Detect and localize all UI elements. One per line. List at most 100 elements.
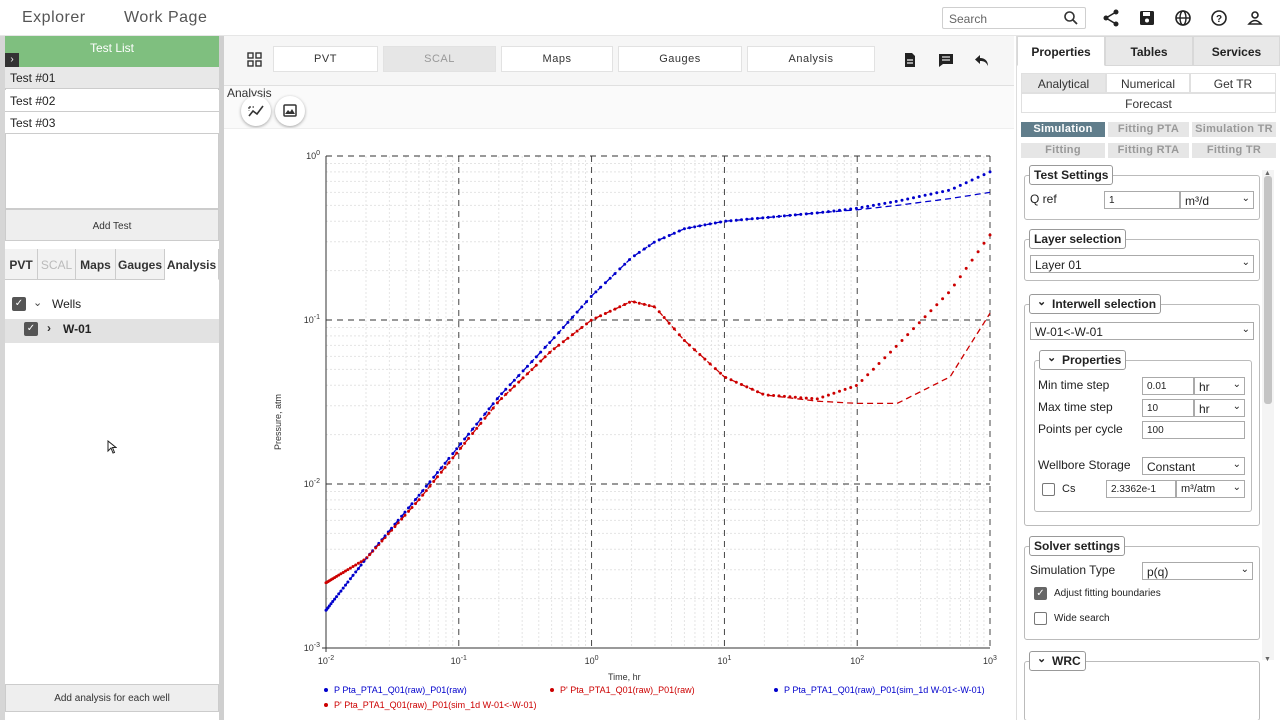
y-tick-label: 100 <box>306 150 320 161</box>
legend-marker <box>774 688 778 692</box>
series-point-0 <box>947 188 950 192</box>
mouse-cursor-icon <box>107 440 117 454</box>
cs-checkbox[interactable] <box>1042 483 1055 496</box>
toolbar-maps-button[interactable]: Maps <box>501 46 613 72</box>
series-point-0 <box>866 204 870 208</box>
tab-services[interactable]: Services <box>1193 36 1280 66</box>
chevron-down-icon[interactable]: ⌄ <box>1037 295 1046 308</box>
image-export-button[interactable] <box>275 96 305 126</box>
x-tick-label: 101 <box>717 655 731 666</box>
tab-gauges[interactable]: Gauges <box>116 249 165 280</box>
series-point-0 <box>894 199 898 203</box>
test-item[interactable]: Test #01 <box>5 67 219 89</box>
fit-curve-button[interactable] <box>241 96 271 126</box>
mode-simulation[interactable]: Simulation <box>1021 122 1105 137</box>
min-time-step-unit[interactable]: hr ⌄ <box>1194 377 1245 395</box>
help-icon[interactable]: ? <box>1209 8 1229 28</box>
legend-marker <box>324 703 328 707</box>
legend-item[interactable]: P' Pta_PTA1_Q01(raw)_P01(sim_1d W-01<-W-… <box>334 700 537 710</box>
cs-unit-select[interactable]: m³/atm ⌄ <box>1176 480 1245 498</box>
tab-analysis[interactable]: Analysis <box>165 249 219 280</box>
toolbar-pvt-button[interactable]: PVT <box>273 46 378 72</box>
collapse-chevron-icon[interactable]: › <box>5 53 19 67</box>
tab-properties[interactable]: Properties <box>1017 36 1105 66</box>
right-scrollbar-thumb[interactable] <box>1264 176 1272 404</box>
tab-maps[interactable]: Maps <box>76 249 116 280</box>
series-point-1 <box>871 367 875 371</box>
chevron-down-icon: ⌄ <box>1232 459 1241 470</box>
series-point-0 <box>964 181 968 185</box>
interwell-select[interactable]: W-01<-W-01 ⌄ <box>1030 322 1254 340</box>
add-test-button[interactable]: Add Test <box>5 209 219 241</box>
test-item[interactable]: Test #02 <box>5 90 219 112</box>
undo-icon[interactable] <box>974 52 990 68</box>
globe-icon[interactable] <box>1173 8 1193 28</box>
qref-input[interactable]: 1 <box>1104 191 1180 209</box>
document-icon[interactable] <box>902 52 918 68</box>
chevron-down-icon: ⌄ <box>1241 193 1250 204</box>
toolbar-gauges-button[interactable]: Gauges <box>618 46 742 72</box>
series-point-1 <box>952 283 956 287</box>
chevron-down-icon: ⌄ <box>1241 257 1250 268</box>
series-point-1 <box>988 233 992 237</box>
series-point-1 <box>424 489 428 493</box>
test-settings-title: Test Settings <box>1029 165 1114 185</box>
save-icon[interactable] <box>1137 8 1157 28</box>
subtab-get-tr[interactable]: Get TR <box>1190 73 1276 93</box>
comment-icon[interactable] <box>938 52 954 68</box>
tab-pvt[interactable]: PVT <box>5 249 38 280</box>
series-point-0 <box>772 215 776 219</box>
series-point-0 <box>941 190 945 194</box>
test-item[interactable]: Test #03 <box>5 112 219 134</box>
wellbore-storage-value: Constant <box>1147 460 1196 474</box>
series-point-0 <box>594 290 598 294</box>
adjust-boundaries-checkbox[interactable]: ✓ <box>1034 587 1047 600</box>
svg-text:?: ? <box>1216 14 1222 25</box>
qref-unit-select[interactable]: m³/d ⌄ <box>1180 191 1254 209</box>
wellbore-storage-select[interactable]: Constant ⌄ <box>1142 457 1245 475</box>
tab-tables[interactable]: Tables <box>1105 36 1193 66</box>
subtab-forecast[interactable]: Forecast <box>1021 93 1276 113</box>
points-per-cycle-label: Points per cycle <box>1038 422 1123 436</box>
cs-input[interactable]: 2.3362e-1 <box>1106 480 1176 498</box>
series-point-0 <box>912 196 915 200</box>
series-point-1 <box>719 371 722 375</box>
points-per-cycle-input[interactable]: 100 <box>1142 421 1245 439</box>
max-time-step-input[interactable]: 10 <box>1142 399 1194 417</box>
tab-work-page[interactable]: Work Page <box>124 9 207 27</box>
grid-icon[interactable] <box>247 52 263 68</box>
subtab-analytical[interactable]: Analytical <box>1021 73 1106 93</box>
well-checkbox[interactable]: ✓ <box>24 322 38 336</box>
log-log-chart[interactable]: 10-2 10-1 100 101 102 103 10-3 10-2 10-1 100 Time,… <box>224 129 1014 720</box>
share-icon[interactable] <box>1101 8 1121 28</box>
search-icon[interactable] <box>1064 11 1078 25</box>
interwell-selection-title[interactable]: Interwell selection <box>1029 294 1162 314</box>
series-point-1 <box>976 250 980 254</box>
legend-item[interactable]: P' Pta_PTA1_Q01(raw)_P01(raw) <box>560 685 695 695</box>
legend-item[interactable]: P Pta_PTA1_Q01(raw)_P01(sim_1d W-01<-W-0… <box>784 685 985 695</box>
wells-checkbox[interactable]: ✓ <box>12 297 26 311</box>
add-analysis-button[interactable]: Add analysis for each well <box>5 684 219 712</box>
subtab-numerical[interactable]: Numerical <box>1106 73 1190 93</box>
wide-search-checkbox[interactable] <box>1034 612 1047 625</box>
layer-select[interactable]: Layer 01 ⌄ <box>1030 255 1254 273</box>
simulation-type-select[interactable]: p(q) ⌄ <box>1142 562 1253 580</box>
series-point-1 <box>964 266 968 270</box>
plot-area: 10-2 10-1 100 101 102 103 10-3 10-2 10-1 100 Time,… <box>224 128 1014 720</box>
chevron-right-icon[interactable]: › <box>47 321 51 335</box>
chevron-down-icon[interactable]: ⌄ <box>33 296 42 309</box>
toolbar-analysis-button[interactable]: Analysis <box>747 46 875 72</box>
chevron-down-icon[interactable]: ⌄ <box>1037 652 1046 665</box>
series-point-0 <box>877 202 881 206</box>
scroll-up-icon[interactable]: ▲ <box>1264 170 1271 177</box>
well-name: W-01 <box>63 322 92 336</box>
user-icon[interactable] <box>1245 8 1265 28</box>
tab-explorer[interactable]: Explorer <box>22 9 86 27</box>
scroll-down-icon[interactable]: ▼ <box>1264 656 1271 663</box>
layer-selection-title: Layer selection <box>1029 229 1127 249</box>
max-time-step-unit[interactable]: hr ⌄ <box>1194 399 1245 417</box>
series-point-0 <box>682 227 686 231</box>
legend-item[interactable]: P Pta_PTA1_Q01(raw)_P01(raw) <box>334 685 467 695</box>
chevron-down-icon[interactable]: ⌄ <box>1047 351 1056 364</box>
min-time-step-input[interactable]: 0.01 <box>1142 377 1194 395</box>
